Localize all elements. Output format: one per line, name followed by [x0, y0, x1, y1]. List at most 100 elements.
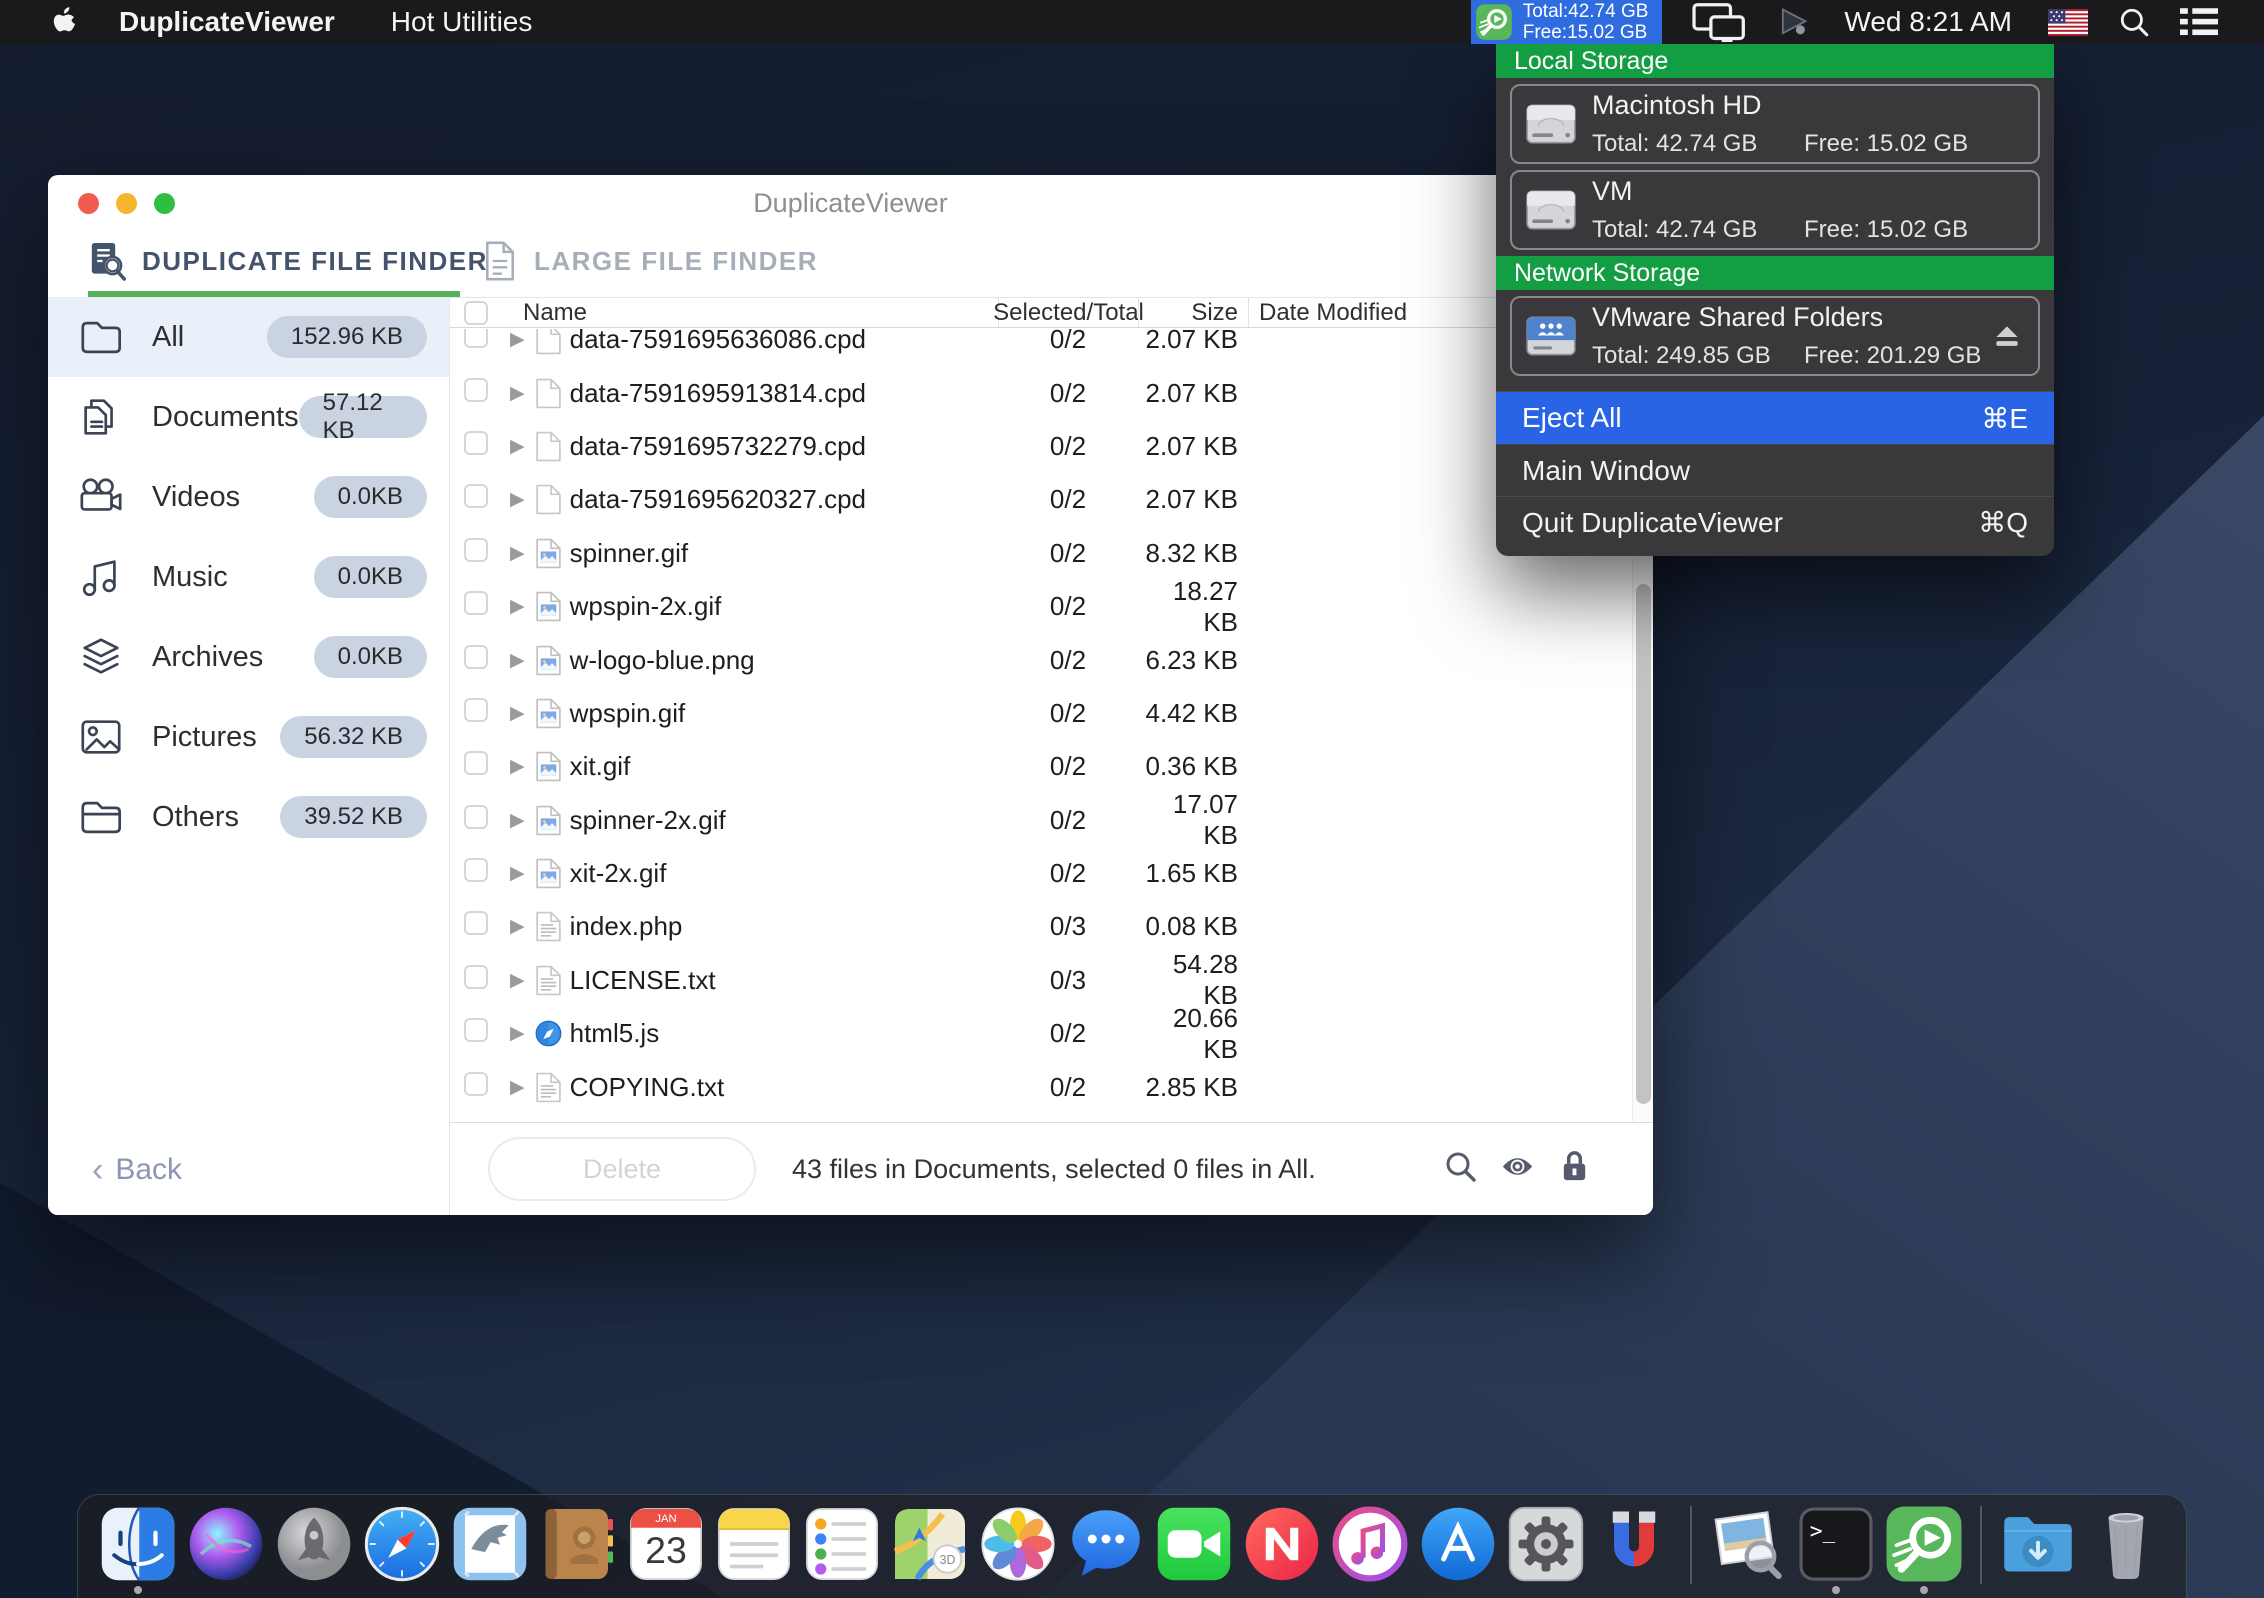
dock-item-app-store[interactable]: [1418, 1504, 1498, 1594]
table-row[interactable]: ▶xit-2x.gif0/21.65 KB: [450, 847, 1632, 900]
checkbox-icon[interactable]: [464, 698, 488, 722]
dock-item-downloads[interactable]: [1998, 1504, 2078, 1594]
table-row[interactable]: ▶xit.gif0/20.36 KB: [450, 740, 1632, 793]
sidebar-item-pictures[interactable]: Pictures56.32 KB: [48, 697, 449, 777]
dock-item-photos[interactable]: [978, 1504, 1058, 1594]
checkbox-icon[interactable]: [464, 645, 488, 669]
eye-icon[interactable]: [1501, 1150, 1534, 1188]
vm-arrow-icon[interactable]: [1776, 6, 1810, 38]
table-row[interactable]: ▶w-logo-blue.png0/26.23 KB: [450, 633, 1632, 686]
checkbox-icon[interactable]: [464, 858, 488, 882]
disclosure-triangle-icon[interactable]: ▶: [510, 809, 525, 832]
checkbox-icon[interactable]: [464, 1018, 488, 1042]
lock-icon[interactable]: [1558, 1150, 1591, 1188]
table-row[interactable]: ▶spinner.gif0/28.32 KB: [450, 527, 1632, 580]
checkbox-icon[interactable]: [464, 591, 488, 615]
storage-status-widget[interactable]: Total:42.74 GB Free:15.02 GB: [1471, 0, 1663, 44]
spotlight-search-icon[interactable]: [2118, 6, 2150, 38]
table-row[interactable]: ▶wpspin-2x.gif0/218.27 KB: [450, 580, 1632, 633]
disclosure-triangle-icon[interactable]: ▶: [510, 435, 525, 458]
dock-item-safari[interactable]: [362, 1504, 442, 1594]
disclosure-triangle-icon[interactable]: ▶: [510, 1022, 525, 1045]
dock-item-launchpad[interactable]: [274, 1504, 354, 1594]
table-row[interactable]: ▶index.php0/30.08 KB: [450, 900, 1632, 953]
dock-item-messages[interactable]: [1066, 1504, 1146, 1594]
table-row[interactable]: ▶data-7591695732279.cpd0/22.07 KB: [450, 420, 1632, 473]
table-row[interactable]: ▶spinner-2x.gif0/217.07 KB: [450, 794, 1632, 847]
tab-duplicate-file-finder[interactable]: DUPLICATE FILE FINDER: [90, 233, 488, 289]
sidebar-item-documents[interactable]: Documents57.12 KB: [48, 377, 449, 457]
notification-list-icon[interactable]: [2180, 6, 2218, 37]
checkbox-icon[interactable]: [464, 484, 488, 508]
sidebar-item-others[interactable]: Others39.52 KB: [48, 777, 449, 857]
dock-item-news[interactable]: [1242, 1504, 1322, 1594]
disclosure-triangle-icon[interactable]: ▶: [510, 595, 525, 618]
disclosure-triangle-icon[interactable]: ▶: [510, 702, 525, 725]
disclosure-triangle-icon[interactable]: ▶: [510, 915, 525, 938]
menu-item-main-window[interactable]: Main Window: [1496, 444, 2054, 496]
checkbox-icon[interactable]: [464, 431, 488, 455]
drive-card-vmware-shared-folders[interactable]: VMware Shared FoldersTotal: 249.85 GBFre…: [1510, 296, 2040, 376]
disclosure-triangle-icon[interactable]: ▶: [510, 862, 525, 885]
us-flag-icon[interactable]: [2048, 9, 2088, 36]
table-row[interactable]: ▶wpspin.gif0/24.42 KB: [450, 687, 1632, 740]
checkbox-icon[interactable]: [464, 965, 488, 989]
disclosure-triangle-icon[interactable]: ▶: [510, 969, 525, 992]
dock-item-calendar[interactable]: JAN23: [626, 1504, 706, 1594]
checkbox-icon[interactable]: [464, 329, 488, 348]
menu-clock[interactable]: Wed 8:21 AM: [1844, 6, 2012, 38]
sidebar-item-videos[interactable]: Videos0.0KB: [48, 457, 449, 537]
disclosure-triangle-icon[interactable]: ▶: [510, 755, 525, 778]
search-icon[interactable]: [1444, 1150, 1477, 1188]
dock-item-maps[interactable]: 3D: [890, 1504, 970, 1594]
column-header-selected-total[interactable]: Selected/Total: [998, 298, 1138, 327]
checkbox-icon[interactable]: [464, 751, 488, 775]
menu-hot-utilities[interactable]: Hot Utilities: [391, 6, 533, 38]
dock-item-reminders[interactable]: [802, 1504, 882, 1594]
dock-item-duplicateviewer[interactable]: [1884, 1504, 1964, 1594]
dock-item-facetime[interactable]: [1154, 1504, 1234, 1594]
column-header-size[interactable]: Size: [1138, 298, 1248, 327]
table-row[interactable]: ▶data-7591695620327.cpd0/22.07 KB: [450, 473, 1632, 526]
tab-large-file-finder[interactable]: LARGE FILE FINDER: [482, 233, 818, 289]
disclosure-triangle-icon[interactable]: ▶: [510, 382, 525, 405]
disclosure-triangle-icon[interactable]: ▶: [510, 329, 525, 351]
dock-item-system-preferences[interactable]: [1506, 1504, 1586, 1594]
disclosure-triangle-icon[interactable]: ▶: [510, 542, 525, 565]
disclosure-triangle-icon[interactable]: ▶: [510, 1076, 525, 1099]
dock-item-terminal[interactable]: >_: [1796, 1504, 1876, 1594]
disclosure-triangle-icon[interactable]: ▶: [510, 488, 525, 511]
disclosure-triangle-icon[interactable]: ▶: [510, 649, 525, 672]
scrollbar-thumb[interactable]: [1636, 584, 1651, 1104]
table-row[interactable]: ▶LICENSE.txt0/354.28 KB: [450, 954, 1632, 1007]
checkbox-icon[interactable]: [464, 805, 488, 829]
sidebar-item-all[interactable]: All152.96 KB: [48, 297, 449, 377]
dock-item-notes[interactable]: [714, 1504, 794, 1594]
eject-icon[interactable]: [1992, 324, 2022, 350]
dock-item-contacts[interactable]: [538, 1504, 618, 1594]
dock-item-itunes[interactable]: [1330, 1504, 1410, 1594]
table-row[interactable]: ▶html5.js0/220.66 KB: [450, 1007, 1632, 1060]
dock-item-magnet[interactable]: [1594, 1504, 1674, 1594]
menu-item-eject-all[interactable]: Eject All⌘E: [1496, 392, 2054, 444]
checkbox-icon[interactable]: [464, 911, 488, 935]
checkbox-icon[interactable]: [464, 538, 488, 562]
sidebar-item-archives[interactable]: Archives0.0KB: [48, 617, 449, 697]
dock-item-siri[interactable]: [186, 1504, 266, 1594]
apple-icon[interactable]: [52, 7, 77, 37]
table-row[interactable]: ▶data-7591695913814.cpd0/22.07 KB: [450, 366, 1632, 419]
checkbox-icon[interactable]: [464, 301, 488, 325]
menu-item-quit-duplicateviewer[interactable]: Quit DuplicateViewer⌘Q: [1496, 496, 2054, 548]
screen-mirroring-icon[interactable]: [1692, 2, 1746, 43]
checkbox-icon[interactable]: [464, 1072, 488, 1096]
dock-item-mail[interactable]: [450, 1504, 530, 1594]
drive-card-macintosh-hd[interactable]: Macintosh HDTotal: 42.74 GBFree: 15.02 G…: [1510, 84, 2040, 164]
drive-card-vm[interactable]: VMTotal: 42.74 GBFree: 15.02 GB: [1510, 170, 2040, 250]
menu-app-name[interactable]: DuplicateViewer: [119, 6, 335, 38]
table-row[interactable]: ▶COPYING.txt0/22.85 KB: [450, 1060, 1632, 1113]
column-header-name[interactable]: Name: [508, 298, 998, 327]
sidebar-item-music[interactable]: Music0.0KB: [48, 537, 449, 617]
checkbox-icon[interactable]: [464, 378, 488, 402]
select-all-checkbox[interactable]: [450, 298, 508, 327]
table-row[interactable]: ▶data-7591695636086.cpd0/22.07 KB: [450, 329, 1632, 366]
